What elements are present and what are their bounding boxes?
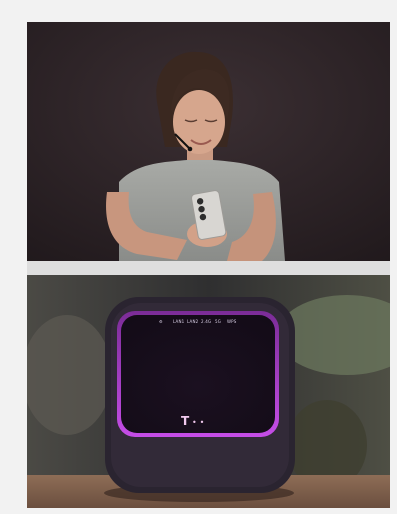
top-photo bbox=[27, 22, 390, 261]
status-label-1: LAN1 bbox=[173, 319, 185, 324]
status-label-3: 2.4G bbox=[201, 319, 211, 324]
router-screen bbox=[121, 315, 275, 433]
status-label-4: 5G bbox=[215, 319, 221, 324]
brand-dots: • • bbox=[192, 418, 205, 427]
panel-divider bbox=[27, 261, 390, 275]
image-frame: ⚙ LAN1 LAN2 2.4G 5G WPS T • • bbox=[0, 0, 397, 514]
brand-mark: T bbox=[181, 414, 190, 428]
status-label-2: LAN2 bbox=[187, 319, 199, 324]
bottom-photo: ⚙ LAN1 LAN2 2.4G 5G WPS T • • bbox=[27, 275, 390, 508]
status-label-5: WPS bbox=[227, 319, 237, 324]
bottom-photo-scene: ⚙ LAN1 LAN2 2.4G 5G WPS T • • bbox=[27, 275, 390, 508]
top-photo-scene bbox=[27, 22, 390, 261]
mic-tip bbox=[187, 146, 193, 152]
status-label-0: ⚙ bbox=[159, 319, 163, 324]
